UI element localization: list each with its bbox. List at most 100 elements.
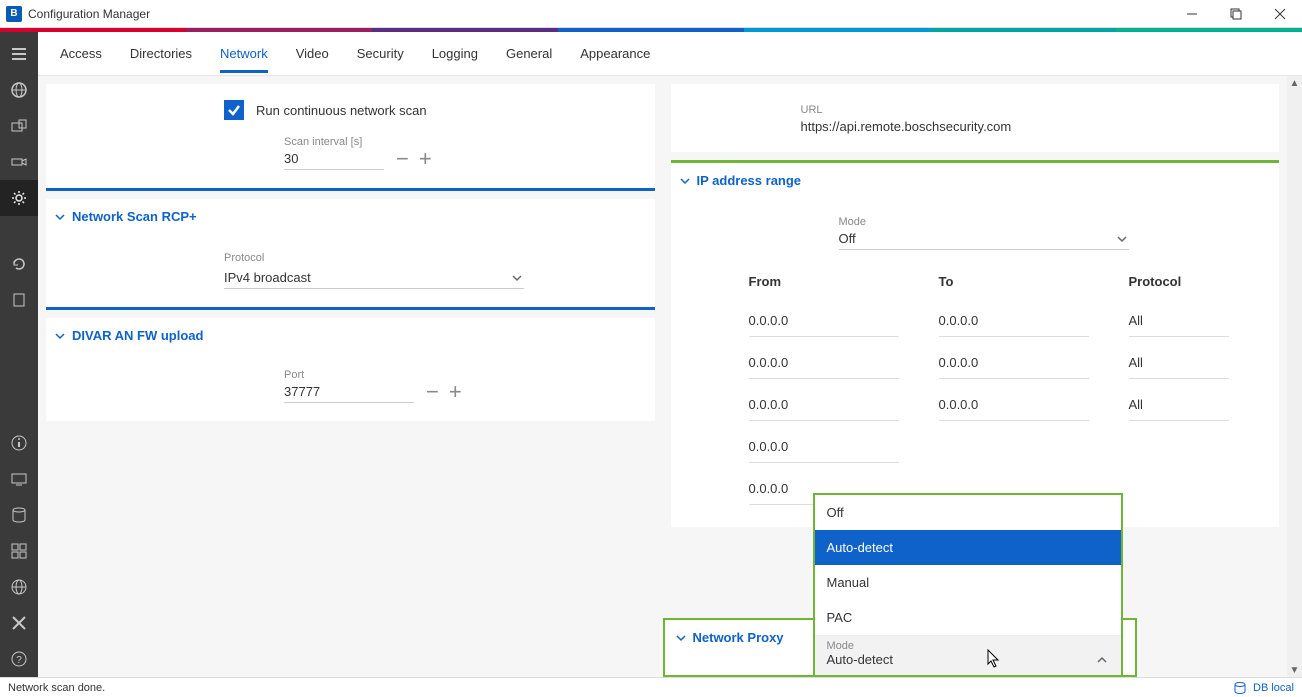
- th-protocol: Protocol: [1129, 274, 1269, 289]
- panel-proxy-title: Network Proxy: [693, 630, 784, 645]
- menu-icon[interactable]: [0, 36, 38, 72]
- proxy-mode-value: Auto-detect: [827, 652, 894, 667]
- db-status-icon: [1233, 681, 1247, 695]
- chevron-down-icon: [1115, 232, 1129, 246]
- tab-access[interactable]: Access: [60, 34, 102, 73]
- chevron-down-icon: [54, 330, 66, 342]
- table-cell-protocol[interactable]: All: [1129, 355, 1229, 379]
- table-row: 0.0.0.0 0.0.0.0 All: [679, 341, 1272, 383]
- titlebar: B Configuration Manager: [0, 0, 1302, 28]
- protocol-label: Protocol: [224, 252, 647, 264]
- scroll-down-icon[interactable]: ▼: [1290, 663, 1300, 677]
- devices-icon[interactable]: [0, 108, 38, 144]
- continuous-scan-checkbox[interactable]: [224, 100, 244, 120]
- panel-divar-title: DIVAR AN FW upload: [72, 328, 203, 343]
- chevron-down-icon: [675, 632, 687, 644]
- panel-scan: Run continuous network scan Scan interva…: [46, 84, 655, 191]
- db-status-text: DB local: [1253, 682, 1294, 694]
- help-icon[interactable]: ?: [0, 641, 38, 677]
- port-decrement[interactable]: −: [426, 381, 439, 403]
- table-cell-from[interactable]: 0.0.0.0: [749, 439, 899, 463]
- ip-mode-select[interactable]: Off: [839, 228, 1129, 250]
- panel-rcp-title: Network Scan RCP+: [72, 209, 197, 224]
- table-cell-to[interactable]: 0.0.0.0: [939, 355, 1089, 379]
- main-area: Access Directories Network Video Securit…: [38, 32, 1302, 677]
- monitor-icon[interactable]: [0, 461, 38, 497]
- database-icon[interactable]: [0, 497, 38, 533]
- window-title: Configuration Manager: [28, 7, 150, 21]
- th-to: To: [939, 274, 1129, 289]
- globe-icon[interactable]: [0, 72, 38, 108]
- svg-text:?: ?: [16, 655, 22, 666]
- port-increment[interactable]: +: [449, 381, 462, 403]
- url-value[interactable]: https://api.remote.boschsecurity.com: [801, 119, 1280, 134]
- table-row: 0.0.0.0 0.0.0.0 All: [679, 383, 1272, 425]
- refresh-icon[interactable]: [0, 246, 38, 282]
- tab-general[interactable]: General: [506, 34, 552, 73]
- proxy-option-auto-detect[interactable]: Auto-detect: [815, 530, 1121, 565]
- status-text: Network scan done.: [8, 682, 105, 694]
- chevron-up-icon: [1095, 653, 1109, 667]
- tab-directories[interactable]: Directories: [130, 34, 192, 73]
- table-cell-protocol[interactable]: All: [1129, 397, 1229, 421]
- info-icon[interactable]: [0, 425, 38, 461]
- ip-table-header: From To Protocol: [679, 264, 1272, 299]
- proxy-mode-label: Mode: [827, 640, 1109, 652]
- panel-ip-range-header[interactable]: IP address range: [671, 163, 1280, 198]
- tab-bar: Access Directories Network Video Securit…: [38, 32, 1302, 76]
- table-cell-to[interactable]: 0.0.0.0: [939, 313, 1089, 337]
- panel-ip-range: IP address range Mode Off From To: [671, 160, 1280, 527]
- ip-mode-label: Mode: [839, 216, 1272, 228]
- continuous-scan-label: Run continuous network scan: [256, 103, 427, 118]
- chevron-down-icon: [679, 175, 691, 187]
- proxy-option-off[interactable]: Off: [815, 495, 1121, 530]
- port-value[interactable]: 37777: [284, 384, 414, 403]
- status-bar: Network scan done. DB local: [0, 677, 1302, 697]
- proxy-mode-dropdown: Off Auto-detect Manual PAC Mode Auto-det…: [813, 493, 1123, 677]
- protocol-select[interactable]: IPv4 broadcast: [224, 267, 524, 289]
- vertical-scrollbar[interactable]: ▲ ▼: [1287, 76, 1302, 677]
- tools-icon[interactable]: [0, 605, 38, 641]
- tab-logging[interactable]: Logging: [432, 34, 478, 73]
- table-row: 0.0.0.0: [679, 425, 1272, 467]
- clipboard-icon[interactable]: [0, 282, 38, 318]
- protocol-value: IPv4 broadcast: [224, 270, 311, 285]
- ip-mode-value: Off: [839, 231, 856, 246]
- proxy-option-pac[interactable]: PAC: [815, 600, 1121, 635]
- proxy-option-manual[interactable]: Manual: [815, 565, 1121, 600]
- panel-divar-header[interactable]: DIVAR AN FW upload: [46, 318, 655, 353]
- url-block: URL https://api.remote.boschsecurity.com: [671, 84, 1280, 152]
- chevron-down-icon: [54, 211, 66, 223]
- close-button[interactable]: [1258, 0, 1302, 28]
- globe2-icon[interactable]: [0, 569, 38, 605]
- table-cell-from[interactable]: 0.0.0.0: [749, 397, 899, 421]
- table-cell-to[interactable]: 0.0.0.0: [939, 397, 1089, 421]
- tab-appearance[interactable]: Appearance: [580, 34, 650, 73]
- panel-rcp: Network Scan RCP+ Protocol IPv4 broadcas…: [46, 199, 655, 310]
- panel-rcp-header[interactable]: Network Scan RCP+: [46, 199, 655, 234]
- port-label: Port: [284, 369, 414, 381]
- table-row: 0.0.0.0 0.0.0.0 All: [679, 299, 1272, 341]
- gear-icon[interactable]: [0, 180, 38, 216]
- proxy-mode-select[interactable]: Mode Auto-detect: [815, 635, 1121, 675]
- minimize-button[interactable]: [1170, 0, 1214, 28]
- side-nav: ?: [0, 32, 38, 677]
- scroll-up-icon[interactable]: ▲: [1290, 76, 1300, 90]
- tab-security[interactable]: Security: [357, 34, 404, 73]
- left-column: Run continuous network scan Scan interva…: [38, 76, 663, 677]
- interval-increment[interactable]: +: [419, 148, 432, 170]
- table-cell-from[interactable]: 0.0.0.0: [749, 313, 899, 337]
- grid-icon[interactable]: [0, 533, 38, 569]
- interval-decrement[interactable]: −: [396, 148, 409, 170]
- scan-interval-value[interactable]: 30: [284, 151, 384, 170]
- tab-video[interactable]: Video: [296, 34, 329, 73]
- th-from: From: [749, 274, 939, 289]
- camera-icon[interactable]: [0, 144, 38, 180]
- maximize-button[interactable]: [1214, 0, 1258, 28]
- table-cell-from[interactable]: 0.0.0.0: [749, 355, 899, 379]
- tab-network[interactable]: Network: [220, 34, 268, 73]
- panel-ip-range-title: IP address range: [697, 173, 802, 188]
- scan-interval-label: Scan interval [s]: [284, 136, 384, 148]
- right-column: URL https://api.remote.boschsecurity.com…: [663, 76, 1288, 677]
- table-cell-protocol[interactable]: All: [1129, 313, 1229, 337]
